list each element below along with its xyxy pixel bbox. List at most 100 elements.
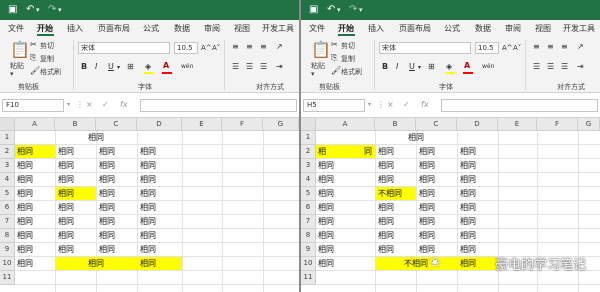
select-all-corner[interactable] — [301, 118, 316, 131]
row-header-3[interactable]: 3 — [0, 159, 15, 173]
undo-icon[interactable]: ↶ — [327, 4, 335, 16]
cell-c2[interactable]: 相同 — [99, 145, 115, 159]
cell-d4[interactable]: 相同 — [460, 173, 476, 187]
insert-function-icon[interactable]: fx — [120, 100, 128, 110]
cell-a3[interactable]: 相同 — [318, 159, 334, 173]
cut-button[interactable]: 剪切 — [341, 41, 355, 51]
align-middle-icon[interactable]: ≡ — [246, 42, 253, 52]
tab-home[interactable]: 开始 — [37, 23, 53, 34]
italic-button[interactable]: I — [95, 62, 97, 72]
cell-a8[interactable]: 相同 — [318, 229, 334, 243]
cell-a4[interactable]: 相同 — [17, 173, 33, 187]
cell-c5[interactable]: 相同 — [99, 187, 115, 201]
cell-b7[interactable]: 相同 — [378, 215, 394, 229]
cell-b8[interactable]: 相同 — [58, 229, 74, 243]
paste-dropdown-icon[interactable]: ▾ — [10, 70, 14, 78]
grow-font-button[interactable]: A^ — [201, 43, 212, 53]
cut-icon[interactable]: ✂ — [331, 40, 338, 50]
row-header-3[interactable]: 3 — [301, 159, 316, 173]
tab-file[interactable]: 文件 — [309, 23, 325, 34]
align-top-icon[interactable]: ≡ — [232, 42, 239, 52]
copy-button[interactable]: 复制 — [40, 54, 54, 64]
font-color-button[interactable]: A — [464, 61, 470, 71]
row-header-2[interactable]: 2 — [0, 145, 15, 159]
tab-view[interactable]: 视图 — [234, 23, 250, 34]
column-header-b[interactable]: B — [375, 118, 416, 131]
cell-d3[interactable]: 相同 — [460, 159, 476, 173]
align-bottom-icon[interactable]: ≡ — [561, 42, 568, 52]
column-header-a[interactable]: A — [316, 118, 375, 131]
cell-a10[interactable]: 相同 — [17, 257, 33, 271]
name-box-dropdown-icon[interactable]: ▾ — [368, 100, 371, 110]
save-icon[interactable]: ▣ — [8, 4, 17, 16]
tab-page-layout[interactable]: 页面布局 — [98, 23, 130, 34]
format-painter-button[interactable]: 格式刷 — [40, 67, 61, 77]
paste-icon[interactable]: 📋 — [311, 41, 331, 59]
row-header-1[interactable]: 1 — [301, 131, 316, 145]
cell-b5[interactable]: 不相同 — [378, 187, 402, 201]
tab-data[interactable]: 数据 — [475, 23, 491, 34]
row-header-7[interactable]: 7 — [301, 215, 316, 229]
cell-b1-merged[interactable]: 相同 — [375, 131, 457, 145]
underline-button[interactable]: U — [409, 62, 415, 72]
cell-a4[interactable]: 相同 — [318, 173, 334, 187]
cell-b10-merged[interactable]: 相同 — [55, 257, 137, 271]
cancel-icon[interactable]: × — [387, 100, 394, 110]
cell-d4[interactable]: 相同 — [140, 173, 156, 187]
cell-a6[interactable]: 相同 — [318, 201, 334, 215]
cell-a2-left[interactable]: 相 — [318, 145, 326, 159]
bold-button[interactable]: B — [382, 62, 388, 72]
cell-d9[interactable]: 相同 — [460, 243, 476, 257]
format-painter-icon[interactable]: 🖌 — [30, 66, 40, 76]
formula-input[interactable] — [140, 99, 297, 112]
enter-icon[interactable]: ✓ — [102, 100, 109, 110]
cell-a8[interactable]: 相同 — [17, 229, 33, 243]
row-header-9[interactable]: 9 — [0, 243, 15, 257]
cancel-icon[interactable]: × — [86, 100, 93, 110]
cell-d8[interactable]: 相同 — [140, 229, 156, 243]
format-painter-icon[interactable]: 🖌 — [331, 66, 341, 76]
select-all-corner[interactable] — [0, 118, 15, 131]
row-header-1[interactable]: 1 — [0, 131, 15, 145]
orientation-icon[interactable]: ↗ — [577, 42, 584, 52]
cell-b10-merged[interactable]: 不相同 — [375, 257, 457, 271]
font-name-select[interactable]: 宋体 — [379, 42, 471, 54]
cell-b4[interactable]: 相同 — [378, 173, 394, 187]
column-header-e[interactable]: E — [182, 118, 222, 131]
tab-formulas[interactable]: 公式 — [444, 23, 460, 34]
row-header-6[interactable]: 6 — [301, 201, 316, 215]
tab-page-layout[interactable]: 页面布局 — [399, 23, 431, 34]
cell-b3[interactable]: 相同 — [58, 159, 74, 173]
cell-c9[interactable]: 相同 — [99, 243, 115, 257]
phonetic-button[interactable]: wén — [482, 62, 494, 72]
underline-dropdown-icon[interactable]: ▾ — [117, 63, 120, 73]
tab-formulas[interactable]: 公式 — [143, 23, 159, 34]
copy-button[interactable]: 复制 — [341, 54, 355, 64]
align-middle-icon[interactable]: ≡ — [547, 42, 554, 52]
cell-c7[interactable]: 相同 — [419, 215, 435, 229]
bold-button[interactable]: B — [81, 62, 87, 72]
paste-icon[interactable]: 📋 — [10, 41, 30, 59]
column-header-c[interactable]: C — [96, 118, 137, 131]
grow-font-button[interactable]: A^ — [502, 43, 513, 53]
cell-c4[interactable]: 相同 — [99, 173, 115, 187]
fill-color-icon[interactable]: ◈ — [145, 62, 151, 72]
cell-c6[interactable]: 相同 — [99, 201, 115, 215]
cell-d2[interactable]: 相同 — [140, 145, 156, 159]
row-header-5[interactable]: 5 — [301, 187, 316, 201]
column-header-g[interactable]: G — [263, 118, 299, 131]
customize-qat-icon[interactable]: ▾ — [359, 4, 363, 16]
align-left-icon[interactable]: ☰ — [232, 62, 239, 72]
font-size-select[interactable]: 10.5 — [174, 42, 198, 54]
cell-d5[interactable]: 相同 — [460, 187, 476, 201]
cell-a6[interactable]: 相同 — [17, 201, 33, 215]
name-box[interactable]: F10 — [2, 99, 64, 112]
tab-insert[interactable]: 插入 — [368, 23, 384, 34]
align-left-icon[interactable]: ☰ — [533, 62, 540, 72]
cell-b8[interactable]: 相同 — [378, 229, 394, 243]
column-header-e[interactable]: E — [498, 118, 537, 131]
align-center-icon[interactable]: ☰ — [246, 62, 253, 72]
row-header-9[interactable]: 9 — [301, 243, 316, 257]
cell-c8[interactable]: 相同 — [419, 229, 435, 243]
cell-c4[interactable]: 相同 — [419, 173, 435, 187]
